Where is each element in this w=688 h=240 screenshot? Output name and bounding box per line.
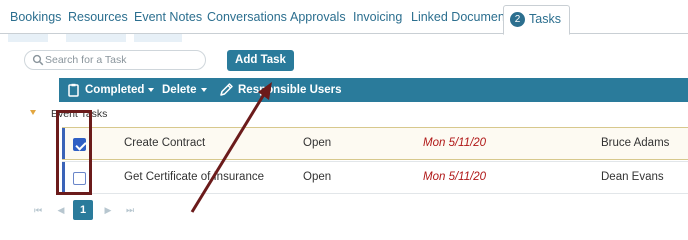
chevron-down-icon bbox=[200, 88, 207, 92]
tab-resources[interactable]: Resources bbox=[68, 0, 128, 34]
task-name[interactable]: Create Contract bbox=[124, 128, 205, 159]
tab-tasks[interactable]: 2 Tasks bbox=[503, 5, 570, 35]
task-assignee: Dean Evans bbox=[601, 171, 664, 183]
completed-label: Completed bbox=[85, 84, 145, 96]
delete-label: Delete bbox=[162, 84, 197, 96]
tab-bar: Bookings Resources Event Notes Conversat… bbox=[0, 0, 688, 35]
faded-strip bbox=[66, 34, 126, 42]
collapse-toggle-icon[interactable] bbox=[30, 110, 36, 115]
first-page-button[interactable]: ⏮ bbox=[30, 200, 46, 220]
task-name[interactable]: Get Certificate of Insurance bbox=[124, 162, 264, 193]
next-page-button[interactable]: ▶ bbox=[100, 200, 116, 220]
delete-dropdown[interactable]: Delete bbox=[162, 78, 207, 102]
faded-strip bbox=[8, 34, 48, 42]
task-due-date: Mon 5/11/20 bbox=[423, 137, 487, 149]
table-row[interactable]: Get Certificate of Insurance Open Mon 5/… bbox=[62, 161, 688, 194]
task-action-toolbar: Completed Delete Responsible Users bbox=[59, 78, 688, 102]
task-assignee: Bruce Adams bbox=[601, 137, 670, 149]
pencil-icon bbox=[220, 83, 233, 96]
task-search[interactable] bbox=[24, 50, 206, 70]
tab-bookings[interactable]: Bookings bbox=[10, 0, 61, 34]
tab-linked-documents[interactable]: Linked Documents bbox=[411, 0, 515, 34]
tab-conversations[interactable]: Conversations bbox=[207, 0, 287, 34]
task-status: Open bbox=[303, 171, 332, 183]
chevron-down-icon bbox=[148, 88, 155, 92]
previous-page-button[interactable]: ◀ bbox=[53, 200, 69, 220]
completed-dropdown[interactable]: Completed bbox=[85, 78, 155, 102]
tab-approvals[interactable]: Approvals bbox=[290, 0, 346, 34]
search-icon bbox=[32, 54, 44, 66]
task-status: Open bbox=[303, 137, 332, 149]
responsible-users-button[interactable]: Responsible Users bbox=[238, 78, 342, 102]
search-input[interactable] bbox=[45, 52, 200, 68]
task-due-date: Mon 5/11/20 bbox=[423, 171, 487, 183]
tab-event-notes[interactable]: Event Notes bbox=[134, 0, 202, 34]
faded-strip bbox=[134, 34, 182, 42]
annotation-highlight-box bbox=[56, 110, 92, 195]
tab-tasks-label: Tasks bbox=[529, 12, 561, 26]
tab-invoicing[interactable]: Invoicing bbox=[353, 0, 402, 34]
last-page-button[interactable]: ⏭ bbox=[122, 200, 138, 220]
current-page[interactable]: 1 bbox=[73, 200, 93, 220]
table-row[interactable]: Create Contract Open Mon 5/11/20 Bruce A… bbox=[62, 127, 688, 160]
clipboard-icon bbox=[68, 83, 79, 97]
tasks-count-badge: 2 bbox=[510, 12, 525, 27]
add-task-button[interactable]: Add Task bbox=[227, 50, 294, 71]
